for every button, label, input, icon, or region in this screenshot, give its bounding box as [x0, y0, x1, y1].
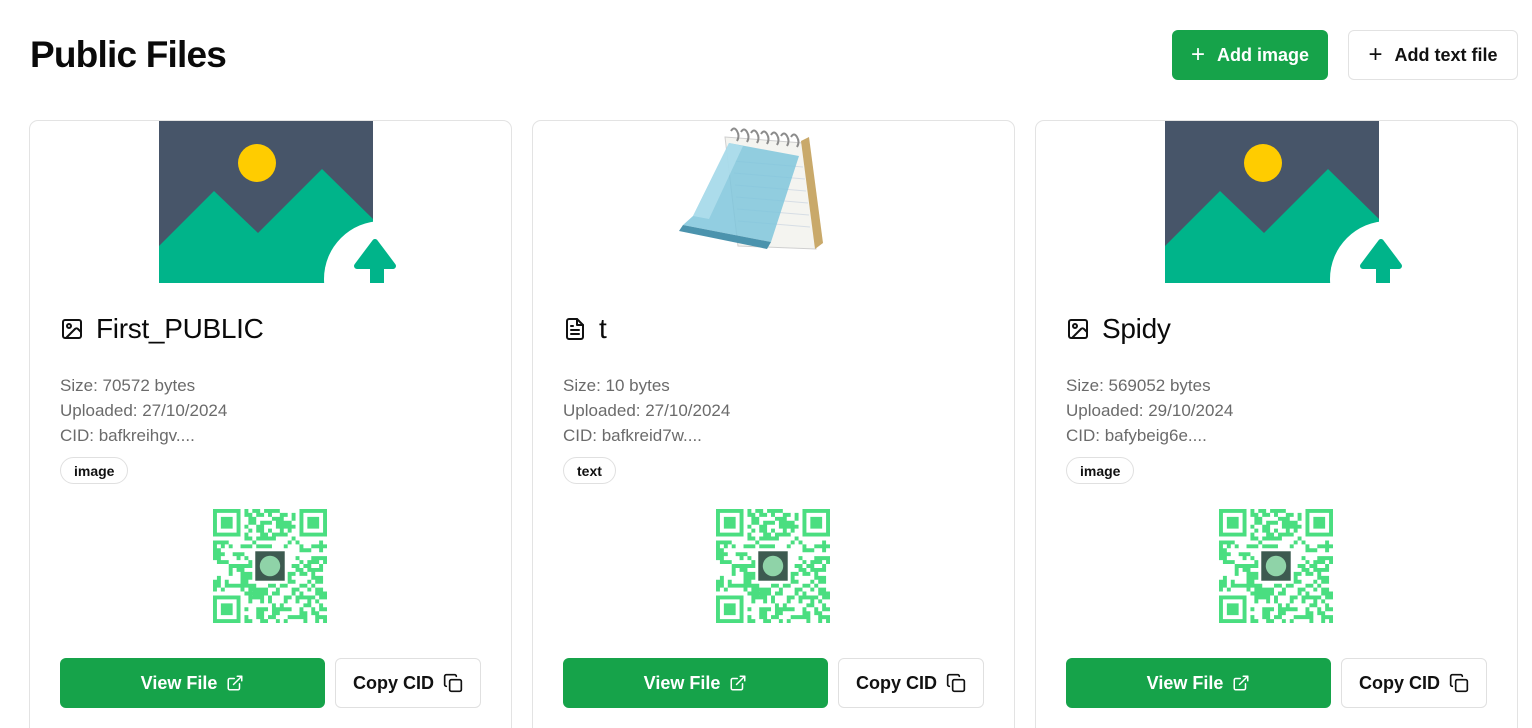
qr-logo-emblem [762, 555, 784, 577]
copy-cid-label: Copy CID [856, 672, 937, 693]
image-placeholder-thumbnail [1165, 121, 1446, 283]
external-link-icon [1232, 674, 1250, 692]
file-type-badge: image [60, 457, 129, 484]
file-type-badge: text [563, 457, 616, 484]
file-uploaded-date: Uploaded: 29/10/2024 [1066, 401, 1234, 420]
view-file-button[interactable]: View File [1066, 658, 1331, 708]
file-name: Spidy [1102, 313, 1171, 344]
add-text-file-button[interactable]: + Add text file [1348, 30, 1518, 80]
qr-code [716, 509, 830, 623]
image-icon [60, 317, 84, 341]
file-type-badge: image [1066, 457, 1135, 484]
view-file-label: View File [1146, 672, 1224, 693]
view-file-button[interactable]: View File [60, 658, 325, 708]
file-title-row: First_PUBLIC [60, 311, 264, 347]
add-text-file-label: Add text file [1394, 44, 1498, 65]
qr-code [213, 509, 327, 623]
plus-icon: + [1368, 41, 1383, 68]
copy-cid-button[interactable]: Copy CID [335, 658, 481, 708]
view-file-label: View File [140, 672, 218, 693]
notepad-thumbnail [679, 127, 823, 250]
file-card: First_PUBLIC Size: 70572 bytes Uploaded:… [29, 120, 512, 728]
file-uploaded-date: Uploaded: 27/10/2024 [60, 401, 228, 420]
copy-cid-button[interactable]: Copy CID [838, 658, 984, 708]
image-icon [1066, 317, 1090, 341]
file-cid: CID: bafkreihgv.... [60, 426, 195, 445]
copy-icon [1449, 673, 1469, 693]
file-card: Spidy Size: 569052 bytes Uploaded: 29/10… [1035, 120, 1518, 728]
qr-code [1219, 509, 1333, 623]
file-uploaded-date: Uploaded: 27/10/2024 [563, 401, 731, 420]
image-placeholder-thumbnail [159, 121, 440, 283]
copy-cid-button[interactable]: Copy CID [1341, 658, 1487, 708]
file-meta: Size: 10 bytes Uploaded: 27/10/2024 CID:… [563, 373, 730, 448]
view-file-button[interactable]: View File [563, 658, 828, 708]
copy-icon [443, 673, 463, 693]
external-link-icon [729, 674, 747, 692]
file-cid: CID: bafybeig6e.... [1066, 426, 1207, 445]
file-size: Size: 10 bytes [563, 376, 670, 395]
file-meta: Size: 70572 bytes Uploaded: 27/10/2024 C… [60, 373, 227, 448]
file-text-icon [563, 317, 587, 341]
file-card: t Size: 10 bytes Uploaded: 27/10/2024 CI… [532, 120, 1015, 728]
add-image-button[interactable]: + Add image [1172, 30, 1328, 80]
copy-cid-label: Copy CID [353, 672, 434, 693]
file-cid: CID: bafkreid7w.... [563, 426, 702, 445]
qr-logo-emblem [259, 555, 281, 577]
file-size: Size: 569052 bytes [1066, 376, 1211, 395]
file-meta: Size: 569052 bytes Uploaded: 29/10/2024 … [1066, 373, 1233, 448]
copy-icon [946, 673, 966, 693]
plus-icon: + [1190, 41, 1205, 68]
page-title: Public Files [30, 34, 227, 75]
file-title-row: t [563, 311, 607, 347]
file-name: t [599, 313, 607, 344]
view-file-label: View File [643, 672, 721, 693]
add-image-label: Add image [1217, 44, 1310, 65]
file-title-row: Spidy [1066, 311, 1171, 347]
page-header: Public Files + Add image + Add text file [0, 0, 1532, 110]
file-size: Size: 70572 bytes [60, 376, 196, 395]
file-name: First_PUBLIC [96, 313, 264, 344]
qr-logo-emblem [1265, 555, 1287, 577]
external-link-icon [226, 674, 244, 692]
copy-cid-label: Copy CID [1359, 672, 1440, 693]
